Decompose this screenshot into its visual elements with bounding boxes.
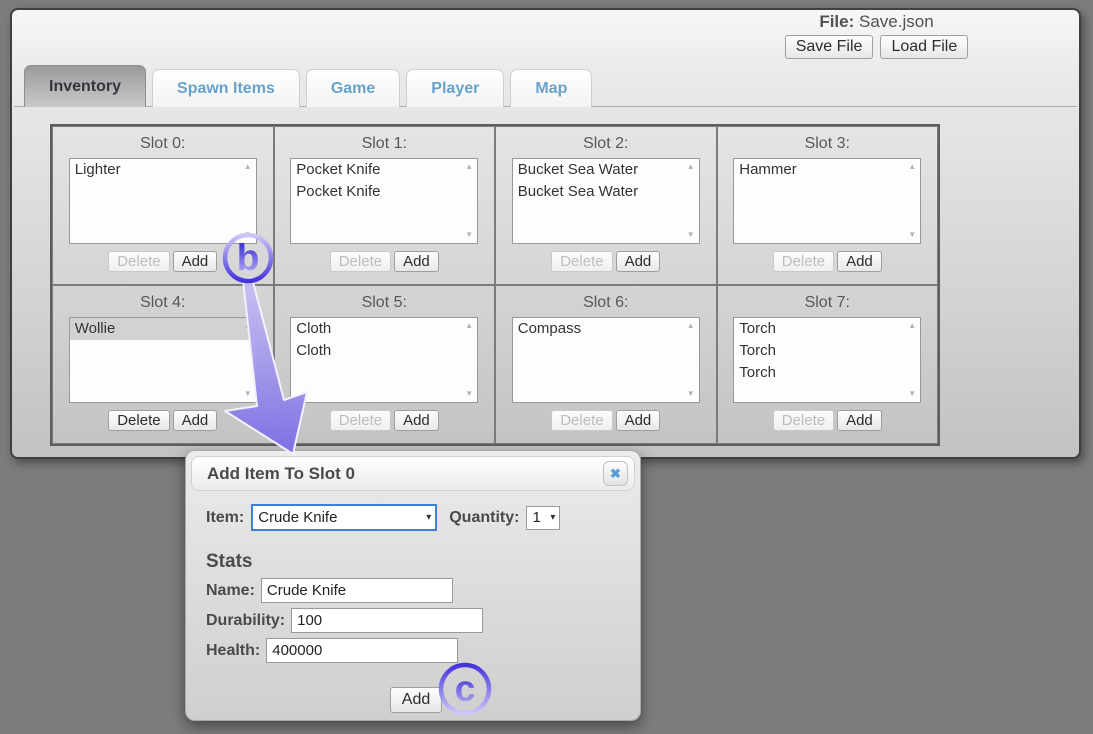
list-item[interactable]: Bucket Sea Water — [513, 181, 699, 203]
name-label: Name: — [206, 582, 255, 600]
dialog-add-button[interactable]: Add — [390, 687, 442, 713]
scrollbar[interactable]: ▲ ▼ — [904, 159, 920, 243]
scrollbar[interactable]: ▲ ▼ — [461, 159, 477, 243]
scroll-down-icon[interactable]: ▼ — [904, 231, 920, 239]
tab-map[interactable]: Map — [510, 69, 592, 107]
durability-field[interactable] — [291, 608, 483, 633]
slot-0-delete-button[interactable]: Delete — [108, 251, 169, 272]
stats-heading: Stats — [206, 551, 626, 573]
screen: File: Save.json Save File Load File Inve… — [0, 0, 1093, 734]
slot-title: Slot 7: — [718, 294, 938, 312]
list-item[interactable]: Bucket Sea Water — [513, 159, 699, 181]
add-item-dialog: Add Item To Slot 0 ✖ Item: Crude Knife ▾… — [185, 450, 641, 721]
health-field[interactable] — [266, 638, 458, 663]
item-select-value: Crude Knife — [258, 509, 337, 526]
slot-6-item-list[interactable]: Compass ▲ ▼ — [512, 317, 700, 403]
file-label: File: — [819, 12, 854, 31]
scroll-down-icon[interactable]: ▼ — [461, 390, 477, 398]
file-line: File: Save.json — [764, 12, 989, 32]
scroll-down-icon[interactable]: ▼ — [683, 390, 699, 398]
scroll-up-icon[interactable]: ▲ — [904, 322, 920, 330]
slot-2-delete-button[interactable]: Delete — [551, 251, 612, 272]
scroll-up-icon[interactable]: ▲ — [240, 163, 256, 171]
quantity-select-value: 1 — [532, 509, 540, 526]
file-bar: File: Save.json Save File Load File — [764, 12, 989, 59]
slot-2-panel: Slot 2: Bucket Sea Water Bucket Sea Wate… — [495, 126, 717, 285]
tab-spawn-items[interactable]: Spawn Items — [152, 69, 300, 107]
item-select[interactable]: Crude Knife ▾ — [251, 504, 437, 531]
editor-window: File: Save.json Save File Load File Inve… — [10, 8, 1081, 459]
slot-6-panel: Slot 6: Compass ▲ ▼ Delete Add — [495, 285, 717, 444]
scrollbar[interactable]: ▲ ▼ — [683, 318, 699, 402]
tab-game[interactable]: Game — [306, 69, 400, 107]
tab-inventory[interactable]: Inventory — [24, 65, 146, 107]
list-item[interactable]: Compass — [513, 318, 699, 340]
file-name: Save.json — [859, 12, 934, 31]
slot-6-add-button[interactable]: Add — [616, 410, 661, 431]
annotation-marker-b: b — [219, 229, 277, 287]
scroll-down-icon[interactable]: ▼ — [904, 390, 920, 398]
scrollbar[interactable]: ▲ ▼ — [904, 318, 920, 402]
scroll-up-icon[interactable]: ▲ — [683, 322, 699, 330]
scrollbar[interactable]: ▲ ▼ — [683, 159, 699, 243]
slot-5-delete-button[interactable]: Delete — [330, 410, 391, 431]
slot-3-panel: Slot 3: Hammer ▲ ▼ Delete Add — [717, 126, 939, 285]
marker-b-letter: b — [237, 237, 260, 278]
slot-2-add-button[interactable]: Add — [616, 251, 661, 272]
list-item[interactable]: Torch — [734, 362, 920, 384]
slot-title: Slot 2: — [496, 135, 716, 153]
load-file-button[interactable]: Load File — [880, 35, 968, 59]
annotation-arrow — [200, 268, 330, 468]
name-field[interactable] — [261, 578, 453, 603]
list-item[interactable]: Hammer — [734, 159, 920, 181]
quantity-select[interactable]: 1 ▾ — [526, 506, 560, 530]
slot-7-add-button[interactable]: Add — [837, 410, 882, 431]
slot-1-panel: Slot 1: Pocket Knife Pocket Knife ▲ ▼ De… — [274, 126, 496, 285]
health-label: Health: — [206, 642, 260, 660]
slot-title: Slot 3: — [718, 135, 938, 153]
slot-title: Slot 0: — [53, 135, 273, 153]
marker-c-letter: c — [455, 668, 476, 709]
list-item[interactable]: Lighter — [70, 159, 256, 181]
list-item[interactable]: Torch — [734, 318, 920, 340]
scroll-up-icon[interactable]: ▲ — [461, 322, 477, 330]
list-item[interactable]: Pocket Knife — [291, 159, 477, 181]
save-file-button[interactable]: Save File — [785, 35, 874, 59]
slot-4-delete-button[interactable]: Delete — [108, 410, 169, 431]
slot-1-delete-button[interactable]: Delete — [330, 251, 391, 272]
durability-label: Durability: — [206, 612, 285, 630]
scroll-down-icon[interactable]: ▼ — [461, 231, 477, 239]
slot-title: Slot 1: — [275, 135, 495, 153]
slot-3-delete-button[interactable]: Delete — [773, 251, 834, 272]
tab-player[interactable]: Player — [406, 69, 504, 107]
scroll-up-icon[interactable]: ▲ — [904, 163, 920, 171]
slot-5-add-button[interactable]: Add — [394, 410, 439, 431]
scroll-up-icon[interactable]: ▲ — [683, 163, 699, 171]
quantity-label: Quantity: — [449, 509, 519, 527]
list-item[interactable]: Pocket Knife — [291, 181, 477, 203]
slot-7-panel: Slot 7: Torch Torch Torch ▲ ▼ Delete Add — [717, 285, 939, 444]
slot-title: Slot 6: — [496, 294, 716, 312]
slot-2-item-list[interactable]: Bucket Sea Water Bucket Sea Water ▲ ▼ — [512, 158, 700, 244]
slot-3-item-list[interactable]: Hammer ▲ ▼ — [733, 158, 921, 244]
slot-7-item-list[interactable]: Torch Torch Torch ▲ ▼ — [733, 317, 921, 403]
tab-bar: Inventory Spawn Items Game Player Map — [24, 65, 592, 107]
chevron-down-icon: ▾ — [550, 512, 559, 523]
slot-6-delete-button[interactable]: Delete — [551, 410, 612, 431]
slot-3-add-button[interactable]: Add — [837, 251, 882, 272]
item-label: Item: — [206, 509, 244, 527]
slot-7-delete-button[interactable]: Delete — [773, 410, 834, 431]
close-icon[interactable]: ✖ — [603, 461, 628, 486]
inventory-grid: Slot 0: Lighter ▲ ▼ Delete Add — [50, 124, 940, 446]
scroll-up-icon[interactable]: ▲ — [461, 163, 477, 171]
list-item[interactable]: Torch — [734, 340, 920, 362]
slot-1-add-button[interactable]: Add — [394, 251, 439, 272]
slot-1-item-list[interactable]: Pocket Knife Pocket Knife ▲ ▼ — [290, 158, 478, 244]
scroll-down-icon[interactable]: ▼ — [683, 231, 699, 239]
annotation-marker-c: c — [436, 660, 494, 718]
chevron-down-icon: ▾ — [426, 512, 435, 523]
scrollbar[interactable]: ▲ ▼ — [461, 318, 477, 402]
